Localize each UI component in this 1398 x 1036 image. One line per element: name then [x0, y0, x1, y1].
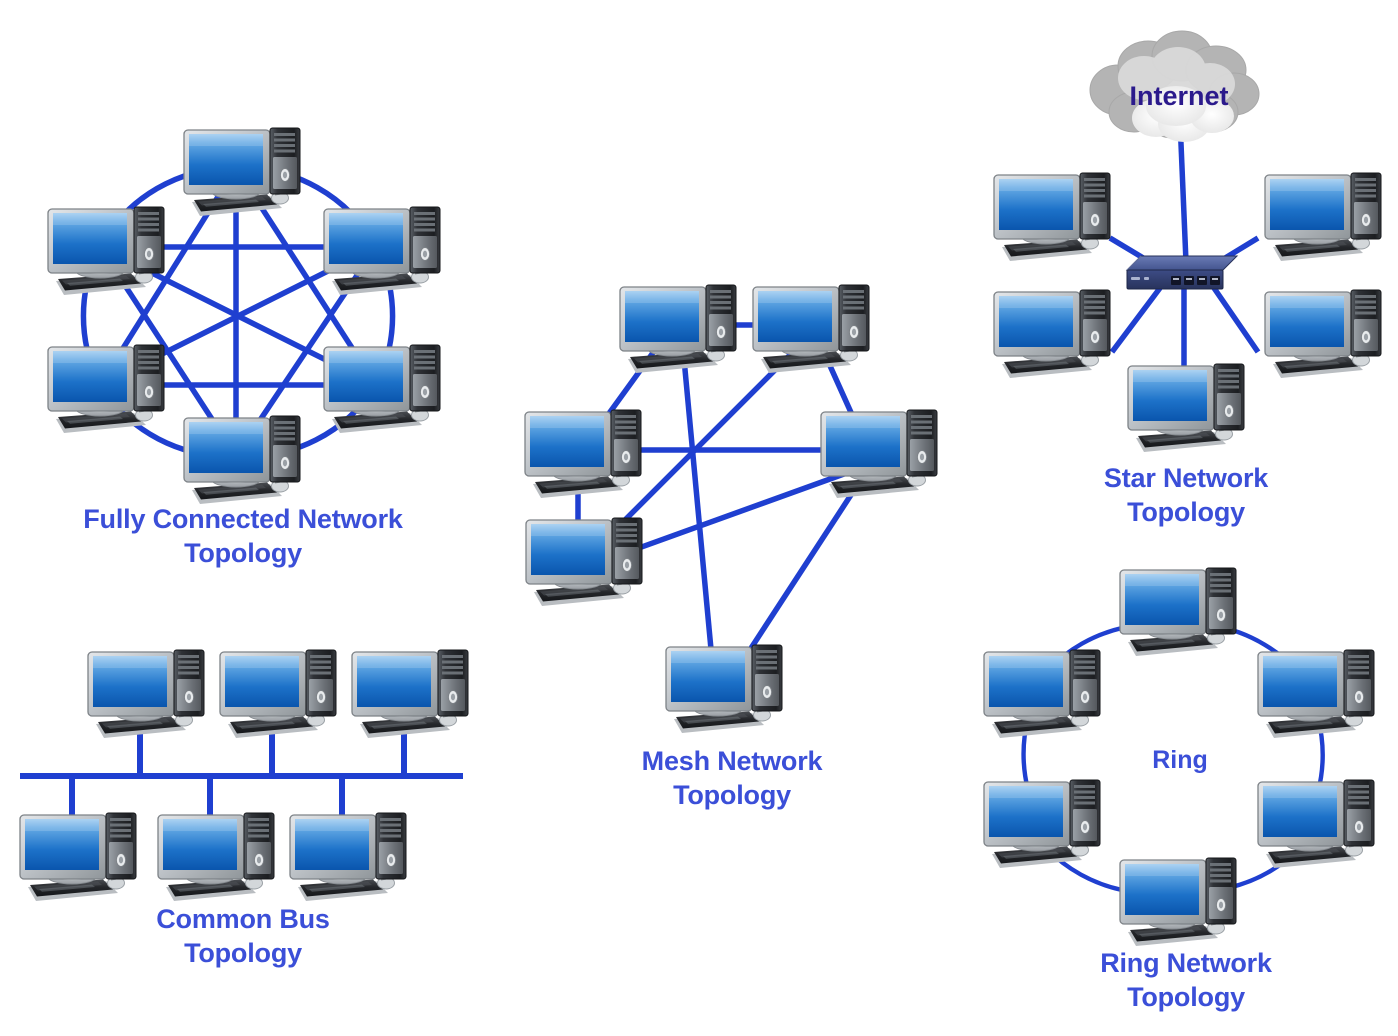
computer-node[interactable] [47, 344, 165, 434]
mesh-title-line2: Topology [673, 780, 791, 810]
ring-center-label: Ring [1152, 746, 1208, 774]
computer-node[interactable] [983, 779, 1101, 869]
star-title-line1: Star Network [1104, 463, 1269, 493]
computer-node[interactable] [183, 127, 301, 217]
computer-node[interactable] [524, 409, 642, 499]
computer-node[interactable] [323, 206, 441, 296]
star-title-line2: Topology [1127, 497, 1245, 527]
computer-node[interactable] [47, 206, 165, 296]
mesh-link [680, 347, 715, 661]
computer-node[interactable] [289, 812, 407, 902]
computer-node[interactable] [1264, 289, 1382, 379]
computer-node[interactable] [19, 812, 137, 902]
computer-node[interactable] [351, 649, 469, 739]
computer-node[interactable] [525, 517, 643, 607]
common-bus-title-line1: Common Bus [156, 904, 330, 934]
computer-node[interactable] [752, 284, 870, 374]
network-topologies-diagram: Fully Connected Network Topology Common … [19, 30, 1382, 1012]
computer-node[interactable] [619, 284, 737, 374]
ring-title-line1: Ring Network [1100, 948, 1273, 978]
star-links [1108, 119, 1261, 382]
computer-node[interactable] [87, 649, 205, 739]
network-switch-icon[interactable] [1126, 255, 1238, 290]
computer-node[interactable] [183, 415, 301, 505]
ring-topology: Ring Ring Network Topology [983, 567, 1375, 1012]
fully-connected-topology: Fully Connected Network Topology [47, 127, 441, 568]
computer-node[interactable] [993, 172, 1111, 262]
computer-node[interactable] [665, 644, 783, 734]
star-link [1109, 286, 1163, 354]
computer-node[interactable] [219, 649, 337, 739]
star-link [1211, 286, 1261, 354]
computer-node[interactable] [1119, 857, 1237, 947]
computer-node[interactable] [1119, 567, 1237, 657]
common-bus-topology: Common Bus Topology [19, 649, 469, 968]
internet-cloud-label: Internet [1129, 81, 1228, 111]
mesh-topology: Mesh Network Topology [524, 284, 938, 810]
computer-node[interactable] [1257, 779, 1375, 869]
ring-title-line2: Topology [1127, 982, 1245, 1012]
diagram-canvas: Fully Connected Network Topology Common … [0, 0, 1398, 1036]
computer-node[interactable] [993, 289, 1111, 379]
fully-connected-title-line1: Fully Connected Network [83, 504, 404, 534]
fully-connected-title-line2: Topology [184, 538, 302, 568]
computer-node[interactable] [157, 812, 275, 902]
computer-node[interactable] [983, 649, 1101, 739]
computer-node[interactable] [820, 409, 938, 499]
common-bus-title-line2: Topology [184, 938, 302, 968]
star-topology: Internet Star Network Topology [993, 30, 1382, 527]
computer-node[interactable] [323, 344, 441, 434]
mesh-title-line1: Mesh Network [642, 746, 824, 776]
mesh-links [575, 322, 865, 664]
computer-node[interactable] [1257, 649, 1375, 739]
computer-node[interactable] [1264, 172, 1382, 262]
computer-node[interactable] [1127, 363, 1245, 453]
